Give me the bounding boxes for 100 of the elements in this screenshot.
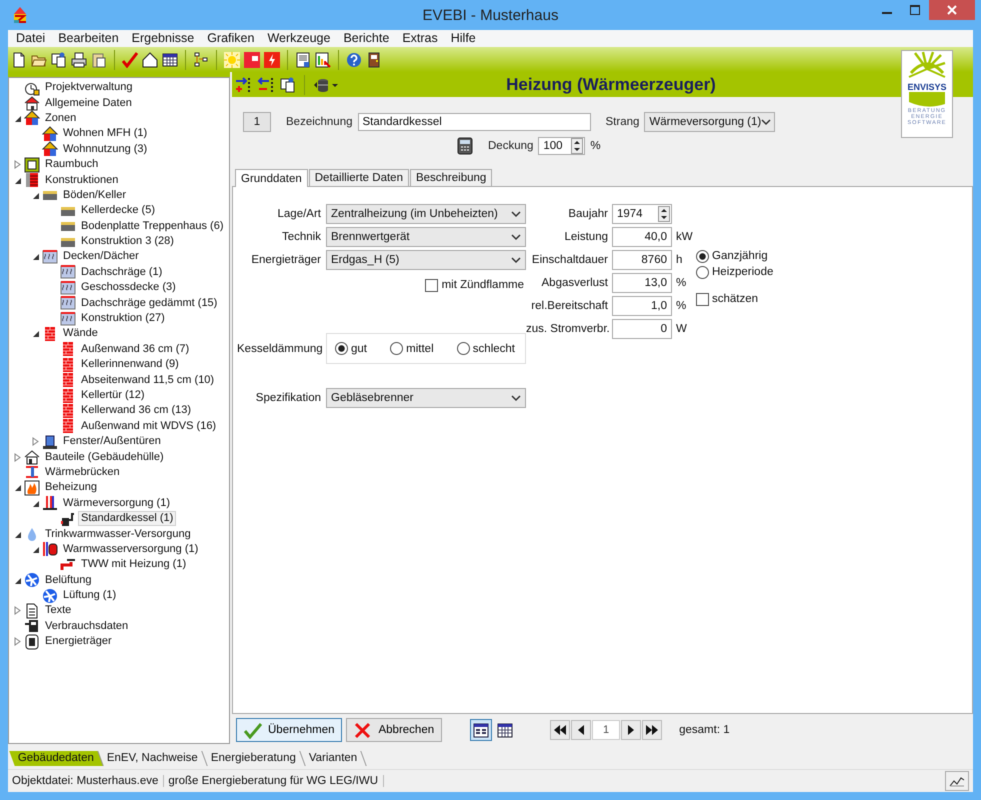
tree-item[interactable]: Kellerinnenwand (9) [78,357,182,372]
add-row-icon[interactable] [234,76,252,92]
tree-item[interactable]: Zonen [42,110,80,126]
previous-page-button[interactable] [571,720,592,740]
menu-item[interactable]: Extras [396,30,445,47]
tree-item[interactable]: Wohnnutzung (3) [60,142,150,157]
tree-item[interactable]: Verbrauchsdaten [42,618,132,634]
bottom-tab[interactable]: Varianten [300,751,368,766]
tree-item[interactable]: Wärmebrücken [42,464,123,480]
tree-item[interactable]: Kellerwand 36 cm (13) [78,403,194,418]
tree-item[interactable]: Warmwasserversorgung (1) [60,542,202,557]
last-page-button[interactable] [642,720,662,740]
tree-item[interactable]: Böden/Keller [60,188,129,203]
menu-item[interactable]: Werkzeuge [261,30,338,47]
flowchart-icon[interactable] [193,52,209,68]
tab[interactable]: Beschreibung [410,169,492,186]
tree-item[interactable]: Abseitenwand 11,5 cm (10) [78,372,218,388]
dropdown[interactable]: Zentralheizung (im Unbeheizten) [326,204,526,224]
tree-item[interactable]: Texte [42,603,74,618]
tree-item[interactable]: Außenwand mit WDVS (16) [78,418,220,434]
expand-arrow-icon[interactable] [12,160,23,170]
copy-icon[interactable] [280,76,296,92]
tree-item[interactable]: Beheizung [42,480,100,496]
pdf-chart-icon[interactable] [315,52,331,68]
spinner-arrows-icon[interactable] [571,138,584,154]
number-field[interactable]: 1,0 [612,296,672,316]
radio-button[interactable] [390,342,404,355]
tree-item[interactable]: Außenwand 36 cm (7) [78,342,192,357]
maximize-icon[interactable] [910,5,920,15]
tree-item[interactable]: Wärmeversorgung (1) [60,496,173,511]
number-field[interactable]: 0 [612,319,672,339]
tree-item[interactable]: Projektverwaltung [42,80,136,96]
coverage-spinbox[interactable]: 100 [538,137,586,155]
tree-item[interactable]: Wohnen MFH (1) [60,126,150,142]
tree-item[interactable]: Lüftung (1) [60,588,120,604]
tree-item[interactable]: Bauteile (Gebäudehülle) [42,450,167,465]
tree-item[interactable]: Dachschräge gedämmt (15) [78,296,220,311]
tree-item[interactable]: Dachschräge (1) [78,264,166,280]
copy-icon[interactable] [51,52,67,68]
bottom-tab[interactable]: Gebäudedaten [9,751,104,766]
clipboard-icon[interactable] [91,52,107,68]
table-icon[interactable] [162,52,178,68]
calculator-icon[interactable] [457,137,473,155]
view-toggle-button[interactable] [470,719,492,741]
tree-item[interactable]: Energieträger [42,634,115,650]
strang-dropdown[interactable]: Wärmeversorgung (1) [644,112,776,132]
apply-button[interactable]: Übernehmen [236,718,342,742]
number-field[interactable]: 8760 [612,250,672,270]
year-spinbox[interactable]: 1974 [612,204,672,224]
tree-item[interactable]: Konstruktion (27) [78,311,168,326]
tree-item[interactable]: Raumbuch [42,157,102,172]
name-field[interactable]: Standardkessel [358,113,590,131]
radio-button[interactable] [335,342,348,355]
help-icon[interactable] [346,52,362,68]
tab[interactable]: Detaillierte Daten [308,169,409,186]
house-icon[interactable] [142,52,158,68]
database-dropdown-icon[interactable] [313,76,339,92]
radio-button[interactable] [696,250,709,262]
tree-item[interactable]: Decken/Dächer [60,249,142,264]
radio-button[interactable] [456,342,470,355]
number-field[interactable]: 40,0 [612,227,672,247]
tree-item[interactable]: TWW mit Heizung (1) [78,557,190,572]
expand-arrow-icon[interactable] [12,637,23,646]
tree-item[interactable]: Fenster/Außentüren [60,434,164,450]
printer-icon[interactable] [71,52,87,68]
chart-button[interactable] [945,771,969,791]
menu-item[interactable]: Hilfe [444,30,483,47]
tree-item[interactable]: Belüftung [42,572,94,588]
dropdown[interactable]: Erdgas_H (5) [326,250,526,270]
expand-arrow-icon[interactable] [12,452,23,462]
checkbox[interactable] [424,278,438,292]
expand-arrow-icon[interactable] [12,606,23,616]
bottom-tab[interactable]: Energieberatung [202,751,306,766]
first-page-button[interactable] [550,720,570,740]
tree-item[interactable]: Trinkwarmwasser-Versorgung [42,526,194,542]
bottom-tab[interactable]: EnEV, Nachweise [98,751,208,766]
dropdown[interactable]: Gebläsebrenner [326,388,526,408]
dropdown[interactable]: Brennwertgerät [326,227,526,247]
checkbox[interactable] [696,292,709,306]
checkmark-icon[interactable] [122,52,138,68]
tree-item[interactable]: Konstruktion 3 (28) [78,234,177,250]
door-icon[interactable] [366,52,382,68]
new-document-icon[interactable] [11,52,27,68]
menu-item[interactable]: Bearbeiten [52,30,126,47]
tree-item[interactable]: Konstruktionen [42,172,122,188]
spinner-arrows-icon[interactable] [658,206,670,222]
cancel-button[interactable]: Abbrechen [346,718,442,742]
tree-item[interactable]: Kellertür (12) [78,388,148,403]
close-button[interactable] [929,0,975,20]
tree-item[interactable]: Wände [60,326,101,342]
number-field[interactable]: 13,0 [612,273,672,293]
expand-arrow-icon[interactable] [30,437,41,446]
tree-item[interactable]: Allgemeine Daten [42,96,135,111]
menu-item[interactable]: Grafiken [201,30,262,47]
tree-item[interactable]: Standardkessel (1) [78,511,176,526]
report-icon[interactable] [295,52,311,68]
menu-item[interactable]: Ergebnisse [126,30,202,47]
menu-item[interactable]: Datei [10,30,52,47]
tree-item[interactable]: Kellerdecke (5) [78,203,158,218]
radio-button[interactable] [696,266,709,278]
